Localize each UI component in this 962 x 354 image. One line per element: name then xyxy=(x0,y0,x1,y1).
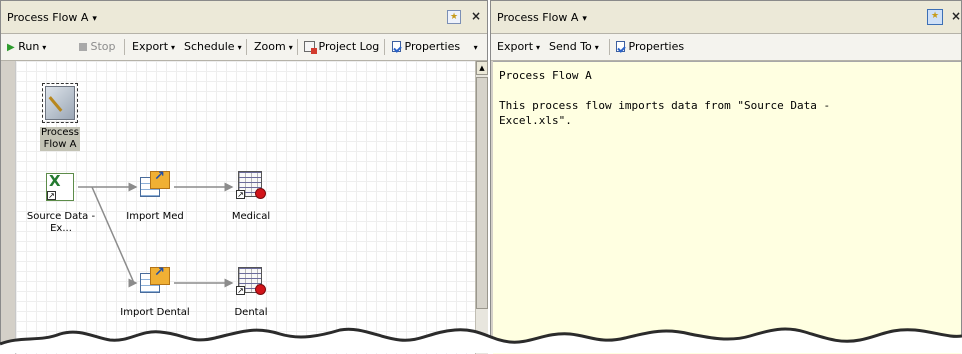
zoom-label: Zoom xyxy=(254,40,286,53)
run-button[interactable]: ▶ Run ▾ xyxy=(7,40,46,53)
flow-link xyxy=(91,186,135,284)
process-flow-icon xyxy=(45,86,75,120)
notes-toolbar: Export ▾ Send To ▾ Properties xyxy=(491,34,961,61)
node-label: Process Flow A xyxy=(40,127,80,151)
send-to-button[interactable]: Send To ▾ xyxy=(549,40,599,53)
properties-label: Properties xyxy=(404,40,461,53)
notes-pane: Process Flow A ▾ ★ × Export ▾ Send To ▾ Pro… xyxy=(490,0,962,354)
toolbar-divider xyxy=(384,39,385,55)
pane-title: Process Flow A xyxy=(7,11,89,24)
schedule-button[interactable]: Schedule ▾ xyxy=(184,40,242,53)
project-log-button[interactable]: Project Log xyxy=(304,40,380,54)
node-label: Medical xyxy=(231,211,271,222)
export-label: Export xyxy=(132,40,169,53)
properties-label: Properties xyxy=(628,40,685,53)
process-flow-pane: Process Flow A ▾ ★ × ▶ Run ▾ Stop Export ▾ … xyxy=(0,0,488,354)
node-label: Source Data - Ex... xyxy=(26,211,96,234)
project-log-icon xyxy=(304,41,317,54)
properties-button[interactable]: Properties xyxy=(616,40,684,53)
properties-button[interactable]: Properties ▾ xyxy=(392,40,478,53)
process-flow-canvas[interactable]: Process Flow A X ↗ Source Data - Ex... I… xyxy=(15,61,476,354)
pane-header: Process Flow A ▾ ★ × xyxy=(491,1,961,34)
chevron-down-icon: ▾ xyxy=(237,43,242,52)
pane-header: Process Flow A ▾ ★ × xyxy=(1,1,487,34)
play-icon: ▶ xyxy=(7,42,15,53)
pane-title-dropdown[interactable]: Process Flow A ▾ xyxy=(497,11,587,24)
stop-button[interactable]: Stop xyxy=(79,40,116,53)
project-log-label: Project Log xyxy=(318,40,380,53)
vertical-scrollbar[interactable]: ▲ xyxy=(475,61,488,354)
dental-node[interactable]: ↗ Dental xyxy=(234,267,268,319)
stop-label: Stop xyxy=(90,40,116,53)
notes-text: Process Flow A This process flow imports… xyxy=(499,69,831,127)
scroll-up-arrow-icon[interactable]: ▲ xyxy=(476,61,488,75)
export-button[interactable]: Export ▾ xyxy=(497,40,540,53)
export-button[interactable]: Export ▾ xyxy=(132,40,175,53)
excel-icon: X ↗ xyxy=(46,173,74,201)
pane-title-dropdown[interactable]: Process Flow A ▾ xyxy=(7,11,97,24)
chevron-down-icon: ▾ xyxy=(42,43,47,52)
pin-icon[interactable]: ★ xyxy=(447,10,461,24)
node-label: Import Med xyxy=(126,211,184,222)
pin-icon[interactable]: ★ xyxy=(927,9,943,25)
zoom-button[interactable]: Zoom ▾ xyxy=(254,40,293,53)
chevron-down-icon: ▾ xyxy=(582,14,587,24)
chevron-down-icon: ▾ xyxy=(473,43,478,52)
dataset-icon: ↗ xyxy=(236,267,266,295)
send-to-label: Send To xyxy=(549,40,592,53)
process-flow-node-icon[interactable] xyxy=(42,83,78,123)
run-label: Run xyxy=(18,40,40,53)
stop-icon xyxy=(79,43,87,51)
close-icon[interactable]: × xyxy=(951,9,961,23)
chevron-down-icon: ▾ xyxy=(536,43,541,52)
import-dental-node[interactable]: Import Dental xyxy=(120,267,190,319)
medical-node[interactable]: ↗ Medical xyxy=(232,171,270,223)
pane-title: Process Flow A xyxy=(497,11,579,24)
source-data-node[interactable]: X ↗ Source Data - Ex... xyxy=(27,173,95,235)
chevron-down-icon: ▾ xyxy=(594,43,599,52)
import-data-icon xyxy=(140,171,170,199)
shortcut-arrow-icon: ↗ xyxy=(47,191,56,200)
toolbar-divider xyxy=(246,39,247,55)
process-flow-node[interactable]: Process Flow A xyxy=(40,127,80,151)
close-icon[interactable]: × xyxy=(471,9,481,23)
properties-icon xyxy=(392,41,401,52)
notes-editor[interactable]: Process Flow A This process flow imports… xyxy=(493,61,961,354)
toolbar-divider xyxy=(124,39,125,55)
import-data-icon xyxy=(140,267,170,295)
torn-edge-decoration xyxy=(0,327,962,353)
process-flow-toolbar: ▶ Run ▾ Stop Export ▾ Schedule ▾ Zoom ▾ Proj… xyxy=(1,34,487,61)
export-label: Export xyxy=(497,40,534,53)
schedule-label: Schedule xyxy=(184,40,235,53)
toolbar-divider xyxy=(297,39,298,55)
shortcut-arrow-icon: ↗ xyxy=(236,190,245,199)
shortcut-arrow-icon: ↗ xyxy=(236,286,245,295)
dataset-icon: ↗ xyxy=(236,171,266,199)
import-med-node[interactable]: Import Med xyxy=(126,171,184,223)
properties-icon xyxy=(616,41,625,52)
chevron-down-icon: ▾ xyxy=(288,43,293,52)
toolbar-divider xyxy=(609,39,610,55)
chevron-down-icon: ▾ xyxy=(92,14,97,24)
chevron-down-icon: ▾ xyxy=(171,43,176,52)
scroll-thumb[interactable] xyxy=(476,77,488,309)
